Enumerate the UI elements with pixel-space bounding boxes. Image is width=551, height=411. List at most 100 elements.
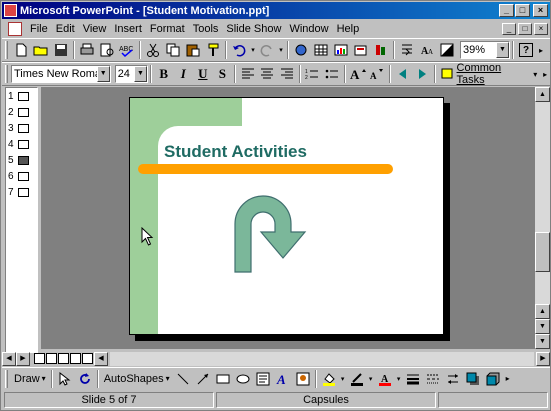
line-style-icon[interactable] (403, 369, 423, 388)
outline-scroll-right-icon[interactable]: ▶ (16, 351, 30, 366)
menu-help[interactable]: Help (333, 23, 364, 35)
more-buttons-icon[interactable]: ▸ (536, 41, 546, 60)
slide-view-icon[interactable] (58, 353, 69, 364)
line-color-dropdown-icon[interactable]: ▾ (367, 369, 375, 388)
zoom-select[interactable]: 39% ▼ (460, 41, 510, 59)
promote-icon[interactable] (393, 65, 413, 84)
office-assistant-icon[interactable]: ? (516, 41, 536, 60)
demote-icon[interactable] (412, 65, 432, 84)
italic-button[interactable]: I (174, 65, 194, 84)
scroll-right-icon[interactable]: ▶ (536, 351, 550, 366)
shadow-icon[interactable] (463, 369, 483, 388)
doc-restore-button[interactable]: □ (518, 23, 532, 35)
next-slide-icon[interactable]: ▼ (535, 319, 550, 334)
outline-view-icon[interactable] (46, 353, 57, 364)
format-painter-icon[interactable] (203, 41, 223, 60)
preview-icon[interactable] (97, 41, 117, 60)
close-button[interactable]: × (533, 4, 548, 17)
increase-font-size-icon[interactable]: A (348, 65, 368, 84)
previous-slide-icon[interactable]: ▲ (535, 304, 550, 319)
font-size-dropdown-icon[interactable]: ▼ (133, 66, 147, 82)
slide-canvas[interactable]: Student Activities (129, 97, 444, 335)
u-turn-arrow-shape[interactable] (225, 186, 315, 276)
outline-slide-item[interactable]: 3 (6, 120, 37, 136)
bullets-icon[interactable] (322, 65, 342, 84)
insert-chart-icon[interactable] (331, 41, 351, 60)
doc-minimize-button[interactable]: _ (502, 23, 516, 35)
new-slide-icon[interactable] (351, 41, 371, 60)
copy-icon[interactable] (163, 41, 183, 60)
3d-icon[interactable] (483, 369, 503, 388)
outline-slide-item[interactable]: 4 (6, 136, 37, 152)
font-color-icon[interactable]: A (375, 369, 395, 388)
menu-slide-show[interactable]: Slide Show (222, 23, 285, 35)
font-select[interactable]: Times New Roman ▼ (10, 65, 111, 83)
rectangle-icon[interactable] (213, 369, 233, 388)
slide-title[interactable]: Student Activities (164, 142, 307, 162)
undo-dropdown-icon[interactable]: ▾ (249, 41, 257, 60)
outline-pane[interactable]: 1 2 3 4 5 6 7 (5, 87, 38, 353)
maximize-button[interactable]: □ (515, 4, 530, 17)
more-buttons-icon[interactable]: ▸ (503, 369, 513, 388)
slide-pane[interactable]: Student Activities (41, 87, 535, 349)
fill-color-dropdown-icon[interactable]: ▾ (339, 369, 347, 388)
undo-icon[interactable] (229, 41, 249, 60)
select-objects-icon[interactable] (55, 369, 75, 388)
vertical-scrollbar[interactable]: ▲ ▲ ▼ ▼ (535, 87, 550, 349)
expand-all-icon[interactable] (397, 41, 417, 60)
scroll-left-icon[interactable]: ◀ (94, 351, 108, 366)
menu-tools[interactable]: Tools (189, 23, 223, 35)
cut-icon[interactable] (143, 41, 163, 60)
align-right-icon[interactable] (277, 65, 297, 84)
wordart-icon[interactable]: A (273, 369, 293, 388)
grayscale-icon[interactable] (437, 41, 457, 60)
menu-edit[interactable]: Edit (52, 23, 79, 35)
paste-icon[interactable] (183, 41, 203, 60)
toolbar-grip[interactable] (5, 369, 8, 388)
outline-slide-item[interactable]: 2 (6, 104, 37, 120)
arrow-icon[interactable] (193, 369, 213, 388)
autoshapes-menu-button[interactable]: AutoShapes ▾ (101, 369, 173, 388)
print-icon[interactable] (77, 41, 97, 60)
toolbar-grip[interactable] (5, 41, 8, 59)
hyperlink-icon[interactable] (291, 41, 311, 60)
scroll-down-icon[interactable]: ▼ (535, 334, 550, 349)
arrow-style-icon[interactable] (443, 369, 463, 388)
powerpoint-app-icon[interactable] (4, 4, 17, 17)
title-bar[interactable]: Microsoft PowerPoint - [Student Motivati… (2, 2, 550, 19)
font-dropdown-icon[interactable]: ▼ (96, 66, 110, 82)
save-icon[interactable] (51, 41, 71, 60)
new-icon[interactable] (11, 41, 31, 60)
clipart-icon[interactable] (371, 41, 391, 60)
fill-color-icon[interactable] (319, 369, 339, 388)
redo-icon[interactable] (257, 41, 277, 60)
slide-sorter-view-icon[interactable] (70, 353, 81, 364)
font-size-select[interactable]: 24 ▼ (114, 65, 148, 83)
outline-slide-item[interactable]: 7 (6, 184, 37, 200)
font-color-dropdown-icon[interactable]: ▾ (395, 369, 403, 388)
document-icon[interactable] (8, 22, 22, 36)
decrease-font-size-icon[interactable]: A (367, 65, 387, 84)
align-left-icon[interactable] (238, 65, 258, 84)
free-rotate-icon[interactable] (75, 369, 95, 388)
menu-file[interactable]: File (26, 23, 52, 35)
more-buttons-icon[interactable]: ▸ (540, 65, 550, 84)
numbering-icon[interactable]: 12 (303, 65, 323, 84)
zoom-dropdown-icon[interactable]: ▼ (496, 42, 509, 58)
common-tasks-button[interactable]: Common Tasks ▾ (438, 62, 540, 86)
insert-table-icon[interactable] (311, 41, 331, 60)
redo-dropdown-icon[interactable]: ▾ (277, 41, 285, 60)
spelling-icon[interactable]: ABC (117, 41, 137, 60)
scroll-up-icon[interactable]: ▲ (535, 87, 550, 102)
outline-slide-item-selected[interactable]: 5 (6, 152, 37, 168)
underline-button[interactable]: U (193, 65, 213, 84)
insert-clipart-icon[interactable] (293, 369, 313, 388)
horizontal-scrollbar[interactable] (110, 351, 534, 366)
menu-window[interactable]: Window (285, 23, 332, 35)
line-icon[interactable] (173, 369, 193, 388)
line-color-icon[interactable] (347, 369, 367, 388)
bold-button[interactable]: B (154, 65, 174, 84)
doc-close-button[interactable]: × (534, 23, 548, 35)
text-box-icon[interactable] (253, 369, 273, 388)
menu-insert[interactable]: Insert (110, 23, 146, 35)
